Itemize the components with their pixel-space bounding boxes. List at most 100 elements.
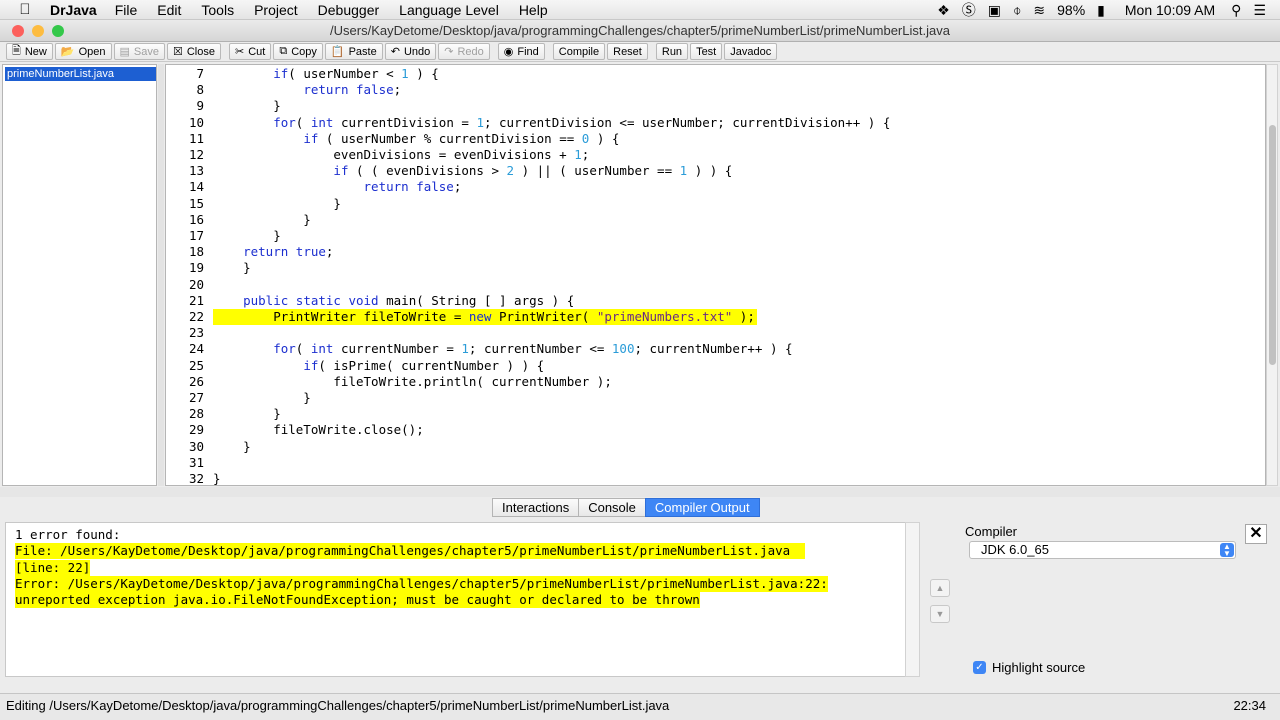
menu-help[interactable]: Help — [519, 2, 548, 18]
menu-file[interactable]: File — [115, 2, 138, 18]
code-text: public static void main( String [ ] args… — [243, 292, 575, 308]
dropbox-icon[interactable]: ❖ — [937, 2, 950, 19]
apple-menu-icon[interactable]:  — [0, 1, 50, 18]
run-button[interactable]: Run — [655, 43, 689, 60]
new-button[interactable]: 🗎 New — [6, 43, 53, 60]
highlight-source-checkbox[interactable]: ✓ — [973, 661, 986, 674]
line-number: 13 — [188, 163, 204, 179]
clock[interactable]: Mon 10:09 AM — [1125, 2, 1215, 18]
compiler-output-pane[interactable]: 1 error found: File: /Users/KayDetome/Des… — [5, 522, 920, 677]
code-text: if( isPrime( currentNumber ) ) { — [303, 357, 545, 373]
wifi-icon[interactable]: ≋ — [1033, 2, 1045, 19]
line-number: 11 — [188, 130, 204, 146]
save-icon: ▤ — [119, 46, 130, 58]
code-line: 30 } — [166, 439, 1265, 455]
search-icon[interactable]: ⚲ — [1231, 2, 1241, 19]
paste-button[interactable]: 📋 Paste — [324, 43, 383, 60]
window-title-bar: /Users/KayDetome/Desktop/java/programmin… — [0, 20, 1280, 42]
test-button[interactable]: Test — [690, 43, 723, 60]
camera-icon[interactable]: ▣ — [988, 2, 1001, 19]
code-line: 7 if( userNumber < 1 ) { — [166, 66, 1265, 82]
compiler-panel: Compiler JDK 6.0_65 ▲ ▼ ✕ ▲ ▼ ✓ Highlight… — [921, 522, 1276, 682]
undo-button[interactable]: ↶ Undo — [384, 43, 437, 60]
line-number: 7 — [196, 66, 204, 81]
code-line: 31 — [166, 455, 1265, 471]
code-text: } — [213, 98, 281, 114]
menu-project[interactable]: Project — [254, 2, 298, 18]
tab-console[interactable]: Console — [578, 498, 646, 517]
save-button[interactable]: ▤ Save — [113, 43, 165, 60]
code-line: 32} — [166, 471, 1265, 486]
close-panel-button[interactable]: ✕ — [1245, 524, 1267, 544]
code-line: 19 } — [166, 260, 1265, 276]
code-line: 20 — [166, 277, 1265, 293]
bluetooth-icon[interactable]: ⌽ — [1013, 2, 1021, 19]
code-line: 16 } — [166, 212, 1265, 228]
menu-tools[interactable]: Tools — [201, 2, 234, 18]
copy-button[interactable]: ⧉ Copy — [273, 43, 323, 60]
menu-edit[interactable]: Edit — [157, 2, 181, 18]
menu-language-level[interactable]: Language Level — [399, 2, 499, 18]
editor-scroll-thumb[interactable] — [1269, 125, 1276, 365]
compile-button[interactable]: Compile — [552, 43, 606, 60]
code-text: fileToWrite.close(); — [213, 422, 424, 438]
clipboard-icon: 📋 — [330, 46, 345, 58]
code-line: 8 return false; — [166, 82, 1265, 98]
code-text: } — [213, 438, 251, 454]
output-line: unreported exception java.io.FileNotFoun… — [15, 592, 700, 609]
find-button[interactable]: ◉ Find — [497, 43, 545, 60]
file-list-item[interactable]: primeNumberList.java — [5, 67, 156, 81]
pane-divider[interactable] — [158, 64, 164, 486]
line-number: 30 — [188, 438, 204, 454]
code-line: 17 } — [166, 228, 1265, 244]
code-line: 12 evenDivisions = evenDivisions + 1; — [166, 147, 1265, 163]
code-text: } — [213, 228, 281, 243]
battery-icon[interactable]: ▮ — [1097, 2, 1105, 19]
redo-icon: ↷ — [444, 46, 454, 58]
menu-debugger[interactable]: Debugger — [318, 2, 380, 18]
skype-icon[interactable]: Ⓢ — [962, 0, 976, 20]
line-number: 17 — [188, 228, 204, 243]
compiler-select[interactable]: JDK 6.0_65 ▲ ▼ — [969, 541, 1236, 559]
line-number: 24 — [188, 341, 204, 357]
code-text: return false; — [363, 179, 462, 195]
output-line: File: /Users/KayDetome/Desktop/java/prog… — [15, 543, 806, 560]
battery-percent[interactable]: 98% — [1057, 2, 1085, 18]
output-line: Error: /Users/KayDetome/Desktop/java/pro… — [15, 575, 828, 592]
select-arrows-icon: ▲ ▼ — [1220, 543, 1234, 558]
binoculars-icon: ◉ — [503, 46, 514, 58]
code-editor[interactable]: 7 if( userNumber < 1 ) {8 return false; 9… — [165, 64, 1266, 486]
line-number: 18 — [188, 244, 204, 260]
line-number: 16 — [188, 211, 204, 227]
code-line: 22 PrintWriter fileToWrite = new PrintWr… — [166, 309, 1265, 325]
status-editing-path: Editing /Users/KayDetome/Desktop/java/pr… — [6, 698, 670, 713]
next-error-button[interactable]: ▼ — [930, 605, 950, 623]
line-number: 27 — [188, 390, 204, 405]
line-number: 22 — [188, 309, 204, 324]
line-number: 23 — [188, 325, 204, 341]
reset-button[interactable]: Reset — [607, 43, 648, 60]
line-number: 14 — [188, 179, 204, 195]
redo-button[interactable]: ↷ Redo — [438, 43, 490, 60]
close-button[interactable]: ☒ Close — [166, 43, 221, 60]
code-line: 14 return false; — [166, 179, 1265, 195]
app-menu[interactable]: DrJava — [50, 2, 97, 18]
new-file-icon: 🗎 — [12, 45, 21, 57]
code-text: } — [213, 471, 221, 486]
code-line: 9 } — [166, 98, 1265, 114]
editor-scrollbar[interactable] — [1266, 64, 1278, 486]
tab-interactions[interactable]: Interactions — [492, 498, 580, 517]
open-button[interactable]: 📂 Open — [54, 43, 112, 60]
cut-button[interactable]: ✂ Cut — [228, 43, 272, 60]
split-bar[interactable] — [0, 487, 1280, 497]
copy-icon: ⧉ — [279, 45, 288, 57]
tab-compiler-output[interactable]: Compiler Output — [644, 498, 760, 517]
line-number: 29 — [188, 422, 204, 438]
javadoc-button[interactable]: Javadoc — [724, 43, 778, 60]
line-number: 28 — [188, 406, 204, 422]
list-menu-icon[interactable]: ☰ — [1253, 2, 1266, 19]
previous-error-button[interactable]: ▲ — [930, 579, 950, 597]
output-scrollbar[interactable] — [905, 522, 920, 677]
line-number: 21 — [188, 292, 204, 308]
scissors-icon: ✂ — [234, 46, 245, 58]
